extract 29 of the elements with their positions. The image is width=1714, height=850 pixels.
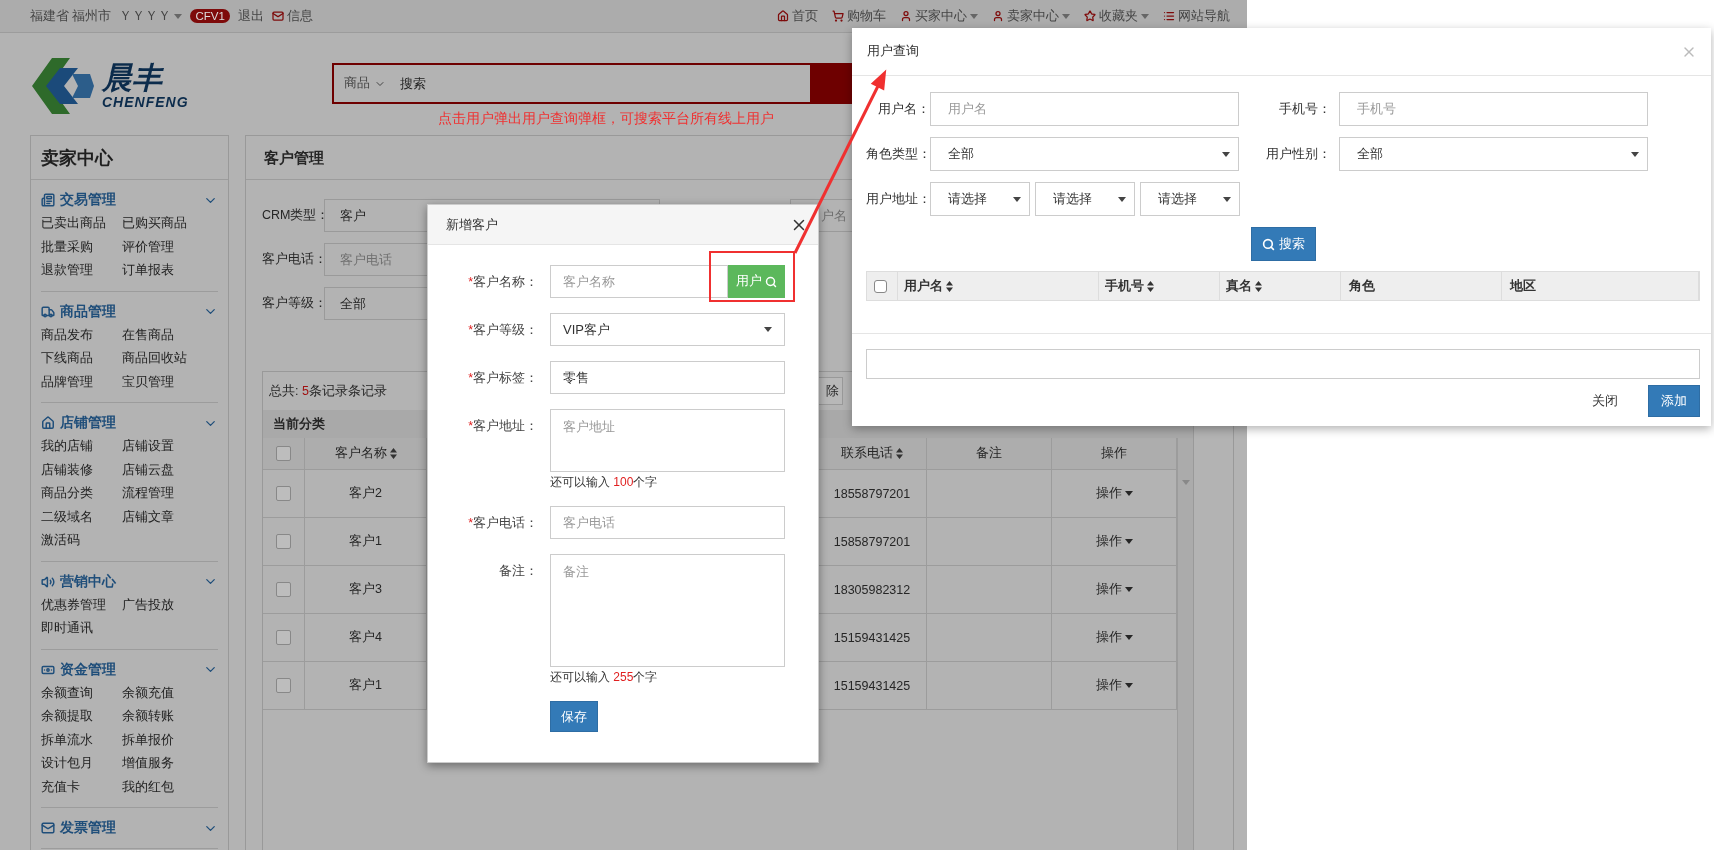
- field-label: 用户名：: [877, 100, 930, 118]
- logo-subtitle: CHENFENG: [102, 94, 189, 110]
- field-label: 手机号：: [1278, 100, 1332, 118]
- char-count-hint: 还可以输入 255个字: [550, 669, 659, 686]
- filter-label: 客户等级：: [262, 295, 324, 312]
- field-label: *客户名称：: [467, 274, 539, 291]
- annotation-text: 点击用户弹出用户查询弹框，可搜索平台所有线上用户: [438, 110, 775, 128]
- filter-label: CRM类型：: [262, 207, 324, 224]
- column-header: 操作: [1052, 438, 1177, 470]
- filter-label: 客户电话：: [262, 251, 324, 268]
- field-label: 角色类型：: [866, 145, 930, 163]
- dialog-title: 用户查询: [867, 43, 919, 60]
- column-header: 角色: [1341, 272, 1502, 300]
- field-label: 用户性别：: [1265, 145, 1332, 163]
- field-label: *客户标签：: [467, 370, 539, 387]
- column-header: 地区: [1502, 272, 1699, 300]
- char-count-hint: 还可以输入 100个字: [550, 474, 659, 491]
- field-label: 用户地址：: [866, 190, 930, 208]
- field-label: *客户电话：: [467, 515, 539, 532]
- logo-name: 晨丰: [102, 62, 165, 94]
- field-label: *客户地址：: [467, 418, 539, 435]
- location-text: 福建省 福州市: [30, 7, 112, 25]
- column-header: 备注: [927, 438, 1052, 470]
- level-badge: CFV1: [190, 9, 230, 23]
- dialog-title: 新增客户: [446, 215, 498, 234]
- field-label: *客户等级：: [467, 322, 539, 339]
- sidebar-title: 卖家中心: [31, 136, 228, 180]
- record-summary: 总共: 5条记录条记录: [269, 382, 388, 400]
- field-label: 备注：: [498, 563, 539, 580]
